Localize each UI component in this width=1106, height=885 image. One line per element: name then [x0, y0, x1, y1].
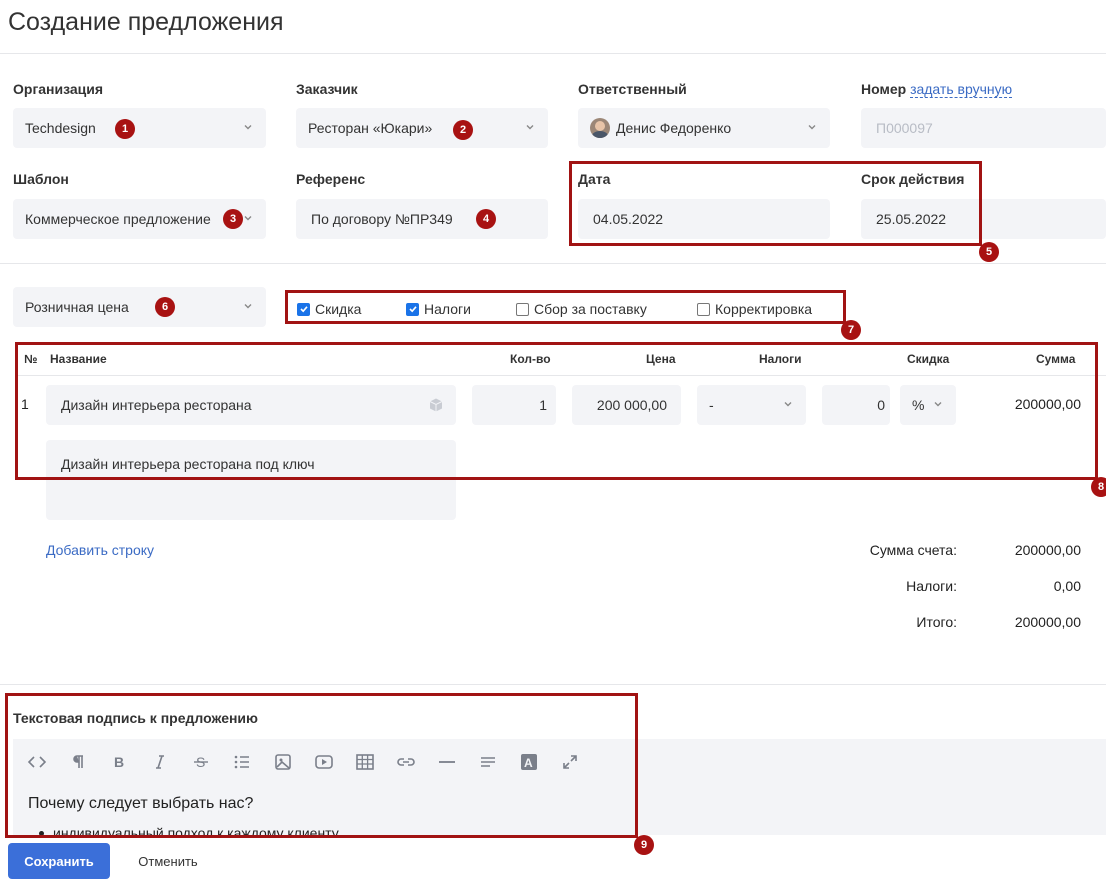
page-title: Создание предложения	[8, 8, 284, 36]
responsible-label: Ответственный	[578, 81, 687, 97]
annotation-badge-5: 5	[979, 242, 999, 262]
customer-select[interactable]: Ресторан «Юкари»	[296, 108, 548, 148]
avatar	[590, 118, 610, 138]
save-button[interactable]: Сохранить	[8, 843, 110, 879]
total-value: 200000,00	[1014, 614, 1081, 630]
number-placeholder: П000097	[876, 120, 933, 136]
annotation-badge-2: 2	[453, 120, 473, 140]
organization-label: Организация	[13, 81, 104, 97]
template-label: Шаблон	[13, 171, 69, 187]
price-type-select[interactable]: Розничная цена	[13, 287, 266, 327]
chevron-down-icon	[808, 125, 816, 130]
subtotal-label: Сумма счета:	[869, 542, 957, 558]
taxes-total-label: Налоги:	[906, 578, 957, 594]
divider	[0, 263, 1106, 264]
number-label-text: Номер	[861, 81, 907, 97]
template-value: Коммерческое предложение	[25, 211, 211, 227]
customer-value: Ресторан «Юкари»	[308, 120, 433, 136]
set-manually-link[interactable]: задать вручную	[910, 81, 1013, 98]
taxes-total-value: 0,00	[1053, 578, 1081, 594]
organization-select[interactable]: Techdesign	[13, 108, 266, 148]
annotation-box-dates	[569, 161, 982, 246]
annotation-box-options	[285, 290, 846, 324]
divider	[0, 684, 1106, 685]
annotation-badge-6: 6	[155, 297, 175, 317]
cancel-button[interactable]: Отменить	[118, 843, 218, 879]
add-row-link[interactable]: Добавить строку	[46, 542, 154, 558]
reference-label: Референс	[296, 171, 366, 187]
annotation-badge-1: 1	[115, 119, 135, 139]
annotation-badge-7: 7	[841, 320, 861, 340]
annotation-box-table	[15, 342, 1098, 480]
number-field: П000097	[861, 108, 1106, 148]
annotation-badge-8: 8	[1091, 477, 1106, 497]
divider	[0, 53, 1106, 54]
number-label: Номер задать вручную	[861, 81, 1013, 98]
subtotal-value: 200000,00	[1014, 542, 1081, 558]
total-label: Итого:	[916, 614, 957, 630]
organization-value: Techdesign	[25, 120, 96, 136]
customer-label: Заказчик	[296, 81, 358, 97]
chevron-down-icon	[244, 125, 252, 130]
annotation-badge-4: 4	[476, 209, 496, 229]
price-type-value: Розничная цена	[25, 299, 129, 315]
annotation-box-editor	[5, 693, 638, 838]
responsible-select[interactable]: Денис Федоренко	[578, 108, 830, 148]
chevron-down-icon	[526, 125, 534, 130]
reference-input[interactable]: По договору №ПР349	[296, 199, 548, 239]
annotation-badge-9: 9	[634, 835, 654, 855]
annotation-badge-3: 3	[223, 209, 243, 229]
chevron-down-icon	[244, 304, 252, 309]
chevron-down-icon	[244, 216, 252, 221]
reference-value: По договору №ПР349	[311, 211, 453, 227]
responsible-value: Денис Федоренко	[616, 120, 732, 136]
